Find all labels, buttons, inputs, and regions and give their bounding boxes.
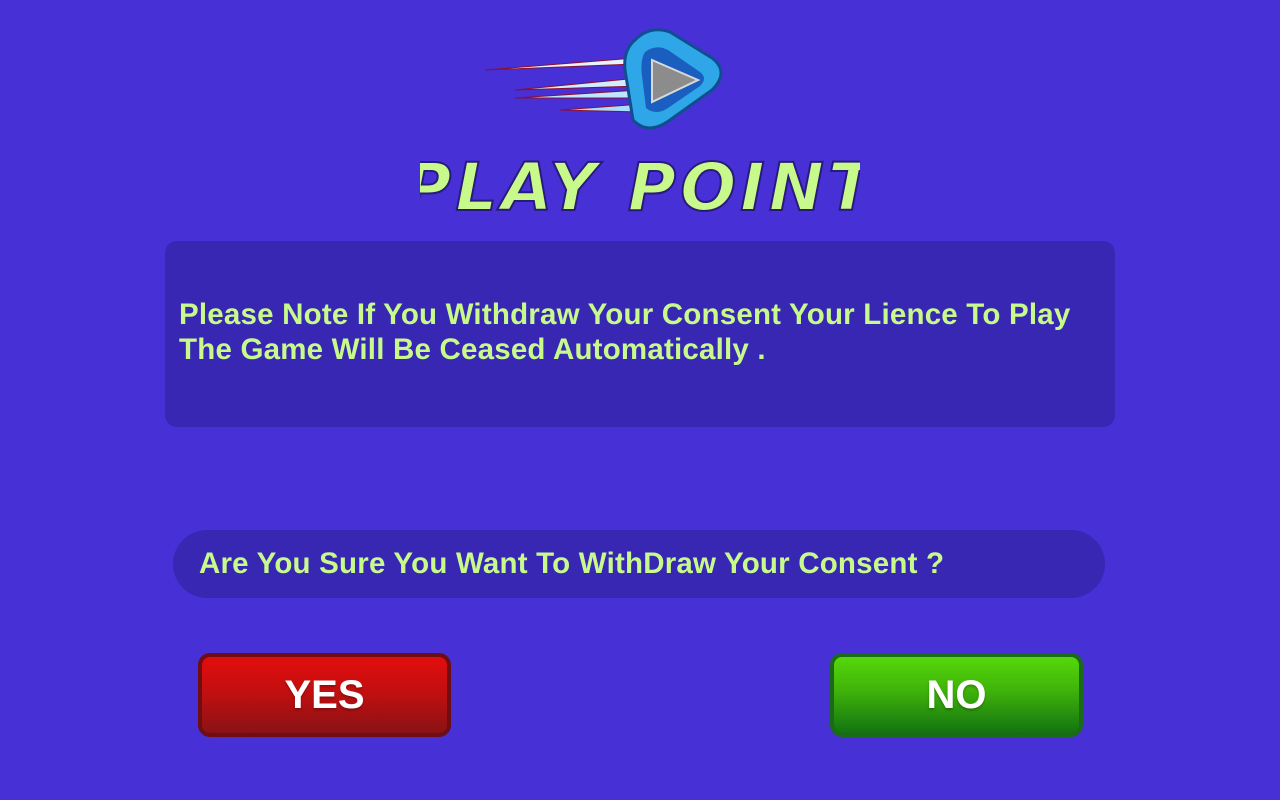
question-panel: Are You Sure You Want To WithDraw Your C… — [173, 530, 1105, 598]
svg-text:PLAY POINT: PLAY POINT — [420, 149, 860, 220]
yes-button-label: YES — [284, 672, 365, 717]
question-text: Are You Sure You Want To WithDraw Your C… — [199, 547, 945, 580]
consent-screen: PLAY POINT Please Note If You Withdraw Y… — [0, 0, 1280, 800]
yes-button[interactable]: YES — [198, 653, 451, 737]
play-point-logo: PLAY POINT — [420, 20, 860, 220]
no-button-label: NO — [926, 672, 987, 717]
no-button[interactable]: NO — [830, 653, 1083, 737]
notice-text: Please Note If You Withdraw Your Consent… — [179, 298, 1071, 366]
notice-panel: Please Note If You Withdraw Your Consent… — [165, 241, 1115, 427]
play-button-icon: PLAY POINT — [420, 28, 860, 220]
